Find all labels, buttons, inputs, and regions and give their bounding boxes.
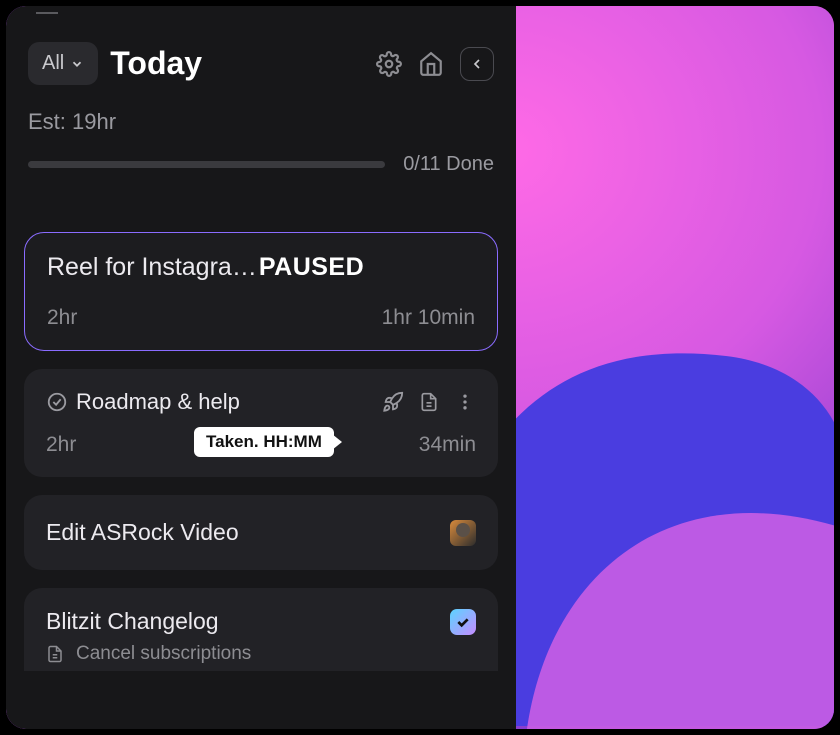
done-count: 0/11 Done — [403, 153, 494, 176]
task-state-paused: PAUSED — [259, 253, 364, 282]
task-title: Reel for Instagra… — [47, 253, 257, 282]
file-icon — [46, 645, 64, 663]
launch-button[interactable] — [382, 391, 404, 413]
filter-dropdown[interactable]: All — [28, 42, 98, 85]
estimate-label: Est: 19hr — [28, 109, 494, 135]
rocket-icon — [382, 391, 404, 413]
settings-button[interactable] — [376, 51, 402, 77]
task-elapsed: 34min — [419, 433, 476, 457]
home-icon — [418, 51, 444, 77]
chevron-down-icon — [70, 57, 84, 71]
more-button[interactable] — [454, 391, 476, 413]
task-elapsed: 1hr 10min — [382, 306, 475, 330]
filter-label: All — [42, 52, 64, 75]
done-checkbox[interactable] — [450, 609, 476, 635]
home-button[interactable] — [418, 51, 444, 77]
window-drag-handle[interactable] — [6, 6, 516, 20]
chevron-left-icon — [469, 56, 485, 72]
notes-button[interactable] — [418, 391, 440, 413]
task-card[interactable]: Blitzit Changelog Cancel subscriptions — [24, 588, 498, 671]
check-icon — [455, 614, 471, 630]
file-icon — [419, 392, 439, 412]
task-title: Edit ASRock Video — [46, 519, 239, 546]
task-list: Reel for Instagra… PAUSED 2hr 1hr 10min … — [6, 182, 516, 671]
task-estimate: 2hr — [47, 306, 77, 330]
progress-bar — [28, 161, 385, 168]
stats-row: Est: 19hr 0/11 Done — [6, 95, 516, 182]
gear-icon — [376, 51, 402, 77]
subtask-title: Cancel subscriptions — [76, 643, 251, 665]
task-title: Roadmap & help — [76, 389, 374, 415]
task-estimate: 2hr — [46, 433, 76, 457]
subtask-row[interactable]: Cancel subscriptions — [46, 643, 476, 665]
header: All Today — [6, 20, 516, 95]
task-card-active[interactable]: Reel for Instagra… PAUSED 2hr 1hr 10min — [24, 232, 498, 351]
collapse-button[interactable] — [460, 47, 494, 81]
check-circle-icon[interactable] — [46, 391, 68, 413]
today-panel: All Today Est: 19hr 0/11 Done Reel for — [6, 6, 516, 729]
assignee-avatar[interactable] — [450, 520, 476, 546]
task-card[interactable]: Roadmap & help 2hr Taken. HH:MM 34min — [24, 369, 498, 477]
page-title: Today — [110, 45, 364, 82]
more-vertical-icon — [455, 392, 475, 412]
task-card[interactable]: Edit ASRock Video — [24, 495, 498, 570]
elapsed-tooltip: Taken. HH:MM — [194, 427, 334, 457]
task-title: Blitzit Changelog — [46, 608, 219, 635]
